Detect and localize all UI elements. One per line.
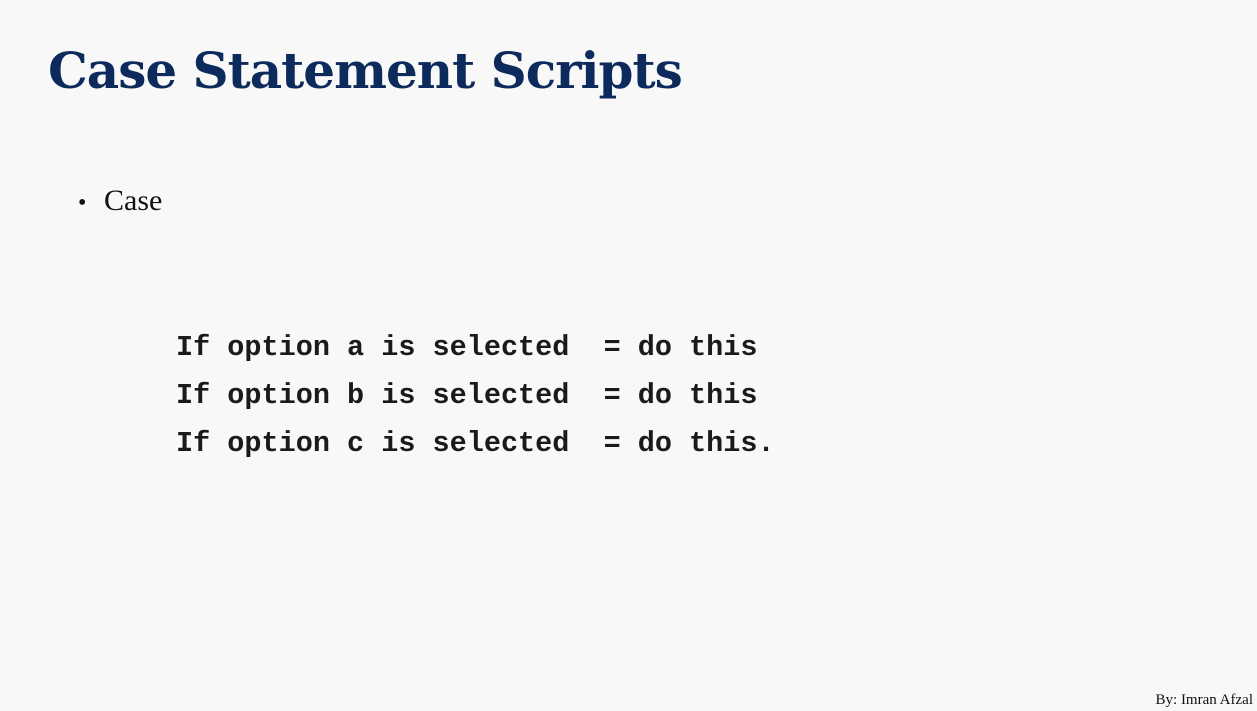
code-line: If option b is selected = do this [176,379,758,412]
bullet-item: • Case [78,181,162,223]
slide: Case Statement Scripts • Case If option … [0,0,1257,711]
bullet-dot-icon: • [78,190,87,216]
code-line: If option c is selected = do this. [176,427,775,460]
code-line: If option a is selected = do this [176,331,758,364]
author-credit: By: Imran Afzal [1155,692,1253,708]
bullet-text: Case [104,184,163,217]
code-block: If option a is selected = do this If opt… [176,324,775,468]
slide-title: Case Statement Scripts [48,41,683,100]
bullet-list: • Case [78,181,162,223]
